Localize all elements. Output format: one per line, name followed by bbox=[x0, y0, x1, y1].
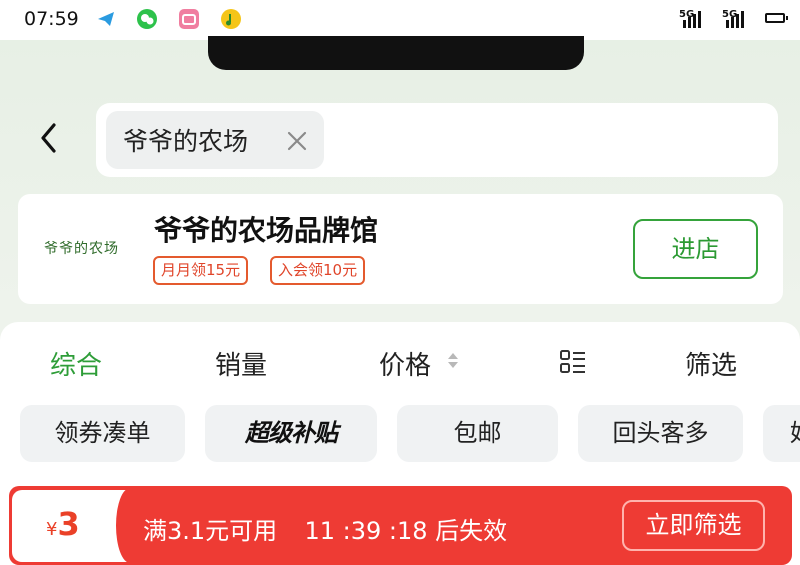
chevron-left-icon bbox=[41, 123, 56, 153]
coupon-notch bbox=[116, 488, 144, 563]
filter-chip-repeat-buyers[interactable]: 回头客多 bbox=[578, 405, 743, 462]
coupon-currency: ¥ bbox=[46, 519, 58, 540]
clear-search-button[interactable] bbox=[286, 124, 308, 159]
coupon-countdown: 11 :39 :18 bbox=[304, 517, 428, 545]
bilibili-icon bbox=[179, 9, 199, 29]
back-button[interactable] bbox=[38, 121, 58, 155]
signal-bar bbox=[693, 14, 696, 28]
coupon-description: 满3.1元可用 11 :39 :18 后失效 bbox=[143, 511, 507, 546]
apply-coupon-filter-button[interactable]: 立即筛选 bbox=[622, 500, 765, 551]
store-coupon-badge[interactable]: 入会领10元 bbox=[270, 256, 366, 285]
list-view-icon bbox=[560, 350, 585, 373]
sort-down-icon bbox=[448, 362, 458, 368]
dynamic-island bbox=[208, 36, 584, 70]
wechat-icon bbox=[137, 9, 157, 29]
tab-filter[interactable]: 筛选 bbox=[685, 345, 737, 382]
close-icon bbox=[287, 131, 307, 151]
enter-store-button[interactable]: 进店 bbox=[633, 219, 758, 279]
signal-bar bbox=[683, 20, 686, 28]
search-query-text: 爷爷的农场 bbox=[123, 127, 249, 156]
signal-bar bbox=[731, 17, 734, 28]
filter-chip-partial[interactable]: 好 bbox=[763, 405, 800, 462]
signal-bar bbox=[688, 17, 691, 28]
signal-bar bbox=[741, 11, 744, 28]
filter-chip-super-subsidy[interactable]: 超级补贴 bbox=[205, 405, 377, 462]
signal-bar bbox=[726, 20, 729, 28]
status-bar bbox=[0, 0, 800, 40]
signal-bar bbox=[736, 14, 739, 28]
tab-price[interactable]: 价格 bbox=[379, 345, 431, 382]
store-coupon-badge[interactable]: 月月领15元 bbox=[153, 256, 249, 285]
battery-icon bbox=[765, 13, 788, 23]
qq-music-icon bbox=[221, 9, 241, 29]
telegram-icon bbox=[96, 9, 116, 29]
store-logo: 爷爷的农场 bbox=[44, 241, 119, 257]
status-time: 07:59 bbox=[24, 8, 79, 30]
coupon-value: 3 bbox=[57, 505, 80, 543]
network-label-1: 5G bbox=[679, 9, 695, 20]
sort-up-icon bbox=[448, 353, 458, 359]
filter-chip-free-shipping[interactable]: 包邮 bbox=[397, 405, 558, 462]
filter-chip-coupon[interactable]: 领券凑单 bbox=[20, 405, 185, 462]
coupon-condition: 满3.1元可用 bbox=[143, 517, 278, 545]
store-name: 爷爷的农场品牌馆 bbox=[154, 214, 379, 247]
coupon-expire-text: 后失效 bbox=[435, 517, 508, 545]
network-label-2: 5G bbox=[722, 9, 738, 20]
tab-sales[interactable]: 销量 bbox=[215, 345, 267, 382]
coupon-amount: ¥3 bbox=[46, 505, 80, 543]
tab-comprehensive[interactable]: 综合 bbox=[50, 345, 102, 382]
layout-toggle-button[interactable] bbox=[560, 349, 586, 375]
signal-bar bbox=[698, 11, 701, 28]
